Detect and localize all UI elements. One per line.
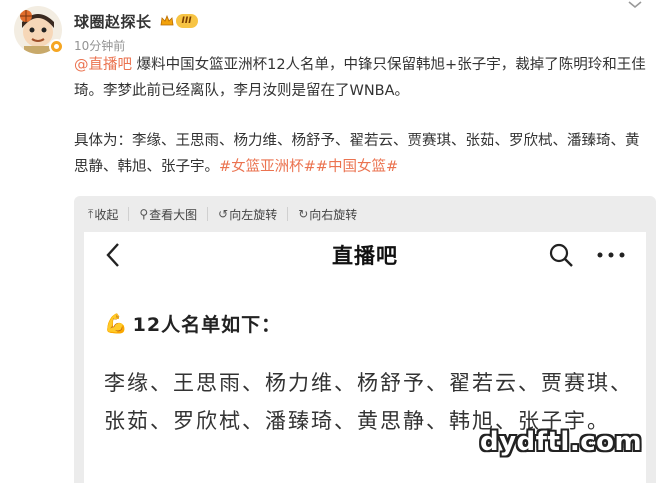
rotate-left-icon: ↺	[218, 207, 229, 221]
username[interactable]: 球圈赵探长	[74, 11, 152, 32]
view-large-button[interactable]: ⚲ 查看大图	[139, 207, 209, 222]
post-paragraph-2: 具体为：李缘、王思雨、杨力维、杨舒予、翟若云、贾赛琪、张茹、罗欣栻、潘臻琦、黄思…	[74, 128, 650, 180]
watermark: dydftl.com	[480, 427, 643, 457]
rotate-left-label: 向左旋转	[229, 207, 278, 222]
post-text: @直播吧 爆料中国女篮亚洲杯12人名单，中锋只保留韩旭+张子宇，裁掉了陈明玲和王…	[74, 52, 650, 180]
roster-heading-text: 12人名单如下：	[132, 314, 282, 336]
rotate-right-icon: ↻	[298, 207, 309, 221]
view-large-label: 查看大图	[149, 207, 198, 222]
post-header: 球圈赵探长 III 10分钟前	[14, 1, 646, 58]
rotate-right-button[interactable]: ↻ 向右旋转	[298, 207, 367, 222]
roster-heading: 💪 12人名单如下：	[104, 310, 281, 337]
avatar[interactable]	[14, 6, 64, 56]
embedded-nav-bar: 直播吧	[84, 232, 646, 278]
rotate-right-label: 向右旋转	[309, 207, 358, 222]
hashtag-links[interactable]: #女篮亚洲杯##中国女篮#	[219, 159, 398, 175]
vip-badge[interactable]: III	[160, 13, 198, 29]
rotate-left-button[interactable]: ↺ 向左旋转	[218, 207, 289, 222]
post-paragraph-1-text: 爆料中国女篮亚洲杯12人名单，中锋只保留韩旭+张子宇，裁掉了陈明玲和王佳琦。李梦…	[74, 57, 646, 99]
mention-link[interactable]: @直播吧	[74, 57, 132, 73]
post-menu-chevron-icon[interactable]	[624, 0, 646, 10]
name-row: 球圈赵探长 III	[74, 10, 198, 32]
collapse-label: 收起	[94, 207, 119, 222]
verified-badge-icon	[49, 39, 64, 54]
collapse-up-icon: ⤒	[88, 206, 94, 221]
vip-level: III	[175, 14, 198, 28]
flexed-bicep-icon: 💪	[104, 313, 129, 335]
more-dots-icon	[597, 252, 625, 258]
magnifier-icon: ⚲	[139, 207, 149, 221]
crown-icon	[160, 15, 173, 26]
search-icon	[549, 243, 573, 267]
media-toolbar: ⤒ 收起 ⚲ 查看大图 ↺ 向左旋转 ↻ 向右旋转	[74, 196, 377, 232]
post-paragraph-1: @直播吧 爆料中国女篮亚洲杯12人名单，中锋只保留韩旭+张子宇，裁掉了陈明玲和王…	[74, 52, 650, 104]
collapse-button[interactable]: ⤒ 收起	[88, 206, 130, 222]
